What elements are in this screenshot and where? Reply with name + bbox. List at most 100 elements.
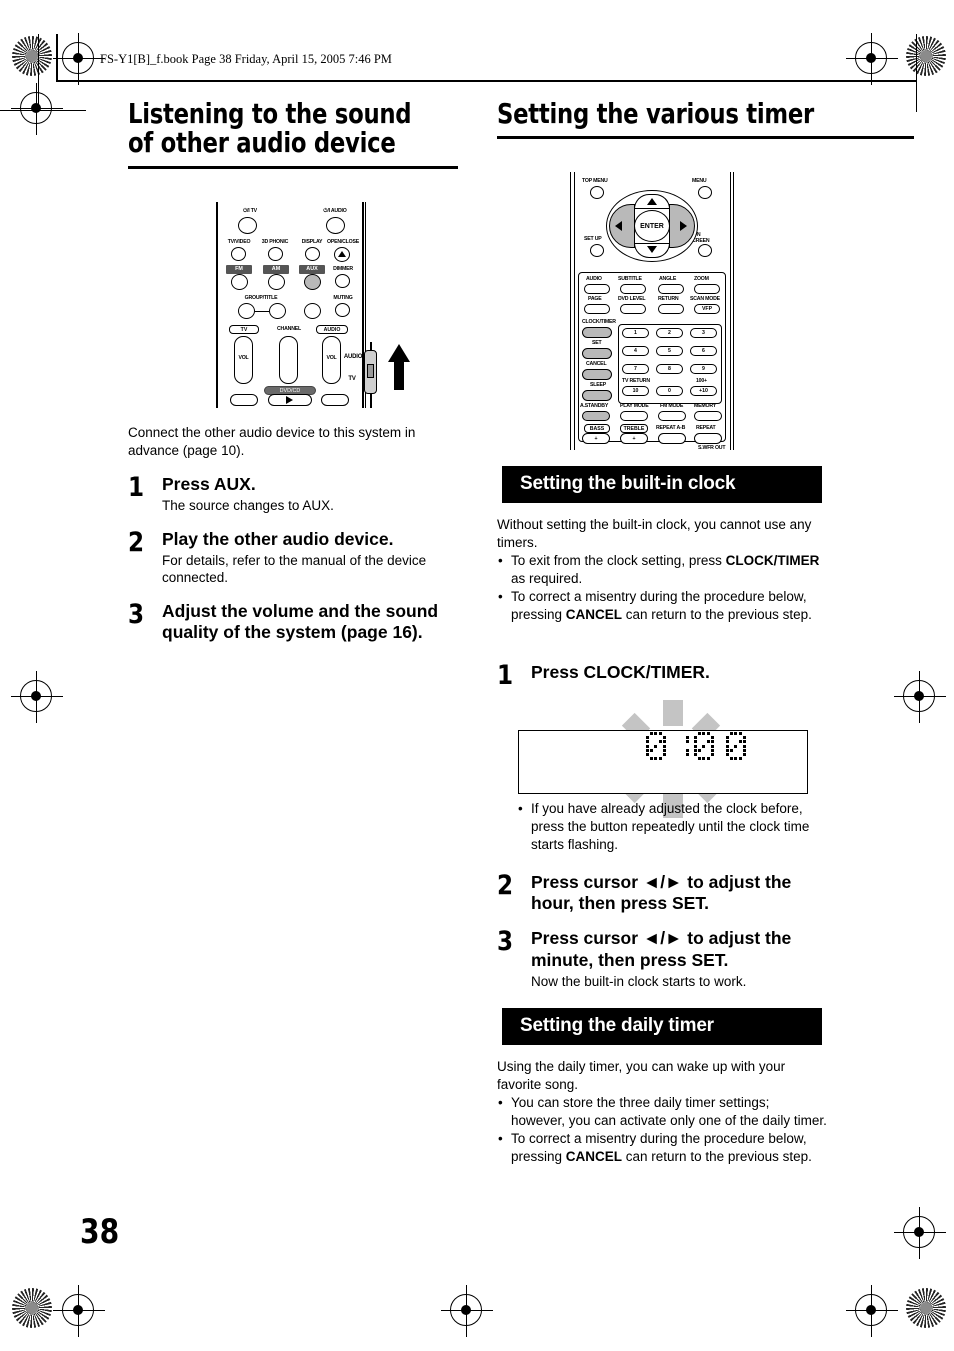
crop-mark-right-v [916,34,918,112]
remote-button-repeat-ab [658,433,686,444]
remote-button-vfp: VFP [694,304,720,314]
left-step-1-title: Press AUX. [162,473,256,494]
title-underline-right [497,136,914,140]
clock-section-body: Without setting the built-in clock, you … [497,516,827,624]
remote-control-illustration-left: ⏻/I TV ⏻/I AUDIO TV/VIDEO 3D PHONIC DISP… [216,202,410,408]
remote-button-am [268,274,285,290]
left-step-2: 2 Play the other audio device. For detai… [128,529,458,587]
remote-label-power-tv: ⏻/I TV [243,208,257,214]
remote-label-play-mode: PLAY MODE [620,403,649,409]
remote-button-memory [694,411,722,421]
remote-label-dvd-level: DVD LEVEL [618,296,646,302]
remote-key-1: 1 [622,328,649,338]
clock-step-3-number: 3 [497,926,514,958]
remote-key-10: 10 [622,386,649,396]
remote-key-6: 6 [690,346,717,356]
dpad-down-arrow-icon [647,246,657,253]
remote-label-page: PAGE [588,296,602,302]
registration-mark-bc [441,1285,493,1337]
file-info-line: FS-Y1[B]_f.book Page 38 Friday, April 15… [100,52,392,66]
remote-button-page [584,304,610,314]
left-step-1: 1 Press AUX. The source changes to AUX. [128,474,458,515]
remote-label-100plus: 100+ [696,378,707,384]
remote-button-set-up [590,244,604,257]
remote-label-swfr-out: S.WFR OUT [698,445,726,451]
daily-bullet-2: To correct a misentry during the procedu… [497,1130,827,1166]
clock-step-3-title: Press cursor ◄/► to adjust the minute, t… [531,928,792,970]
remote-label-subtitle: SUBTITLE [618,276,642,282]
clock-step-1: 1 Press CLOCK/TIMER. [497,662,827,689]
remote-button-display [305,247,320,261]
registration-mark-tl2 [53,33,105,85]
left-step-2-title: Play the other audio device. [162,528,394,549]
daily-timer-section: Setting the daily timer [502,1008,822,1045]
header-rule-vertical [56,34,58,80]
remote-label-fm-mode: FM MODE [660,403,684,409]
remote-label-bass: BASS [584,424,610,433]
remote-label-cancel: CANCEL [586,361,607,367]
remote-channel-rocker [279,336,298,384]
built-in-clock-section: Setting the built-in clock [502,466,822,503]
remote-label-fm: FM [226,265,252,274]
remote-button-next-track [321,394,349,406]
remote-button-return [658,304,684,314]
registration-mark-mr [894,671,946,723]
remote-label-scan-mode: SCAN MODE [690,296,720,302]
remote-button-enter: ENTER [634,210,670,242]
remote-label-memory: MEMORY [694,403,716,409]
remote-side-switch-knob [367,364,374,378]
daily-bullet-list: You can store the three daily timer sett… [497,1094,827,1166]
remote-label-3d-phonic: 3D PHONIC [261,239,289,245]
remote-key-3: 3 [690,328,717,338]
remote-key-2: 2 [656,328,683,338]
dpad-left-arrow-icon [615,221,622,231]
daily-intro-text: Using the daily timer, you can wake up w… [497,1059,786,1092]
remote-key-0: 0 [656,386,683,396]
left-column-content: Connect the other audio device to this s… [128,424,458,643]
remote-key-4: 4 [622,346,649,356]
remote-button-sleep [582,390,612,401]
remote-label-treble: TREBLE [620,424,648,433]
page-title-left: Listening to the sound of other audio de… [128,98,412,160]
clock-intro-text: Without setting the built-in clock, you … [497,517,812,550]
eject-triangle-icon [338,251,346,257]
remote-button-power-tv [238,217,257,234]
switch-label-tv: TV [348,376,356,382]
remote-button-audio [584,284,610,294]
clock-step-2-number: 2 [497,870,514,901]
halftone-mark-bottom-left [12,1288,52,1328]
registration-mark-tl [11,83,63,135]
remote-button-play-mode [620,411,648,421]
remote-label-repeat: REPEAT [696,425,716,431]
play-triangle-icon [286,396,293,404]
registration-mark-tr [846,33,898,85]
page-title-right: Setting the various timer [497,98,814,130]
remote-button-a-standby [582,411,610,421]
left-column: Listening to the sound of other audio de… [128,98,458,169]
left-step-1-number: 1 [128,471,145,503]
page-number: 38 [80,1212,120,1252]
clock-steps-2-3: 2 Press cursor ◄/► to adjust the hour, t… [497,858,827,990]
clock-bullet-1: To exit from the clock setting, press CL… [497,552,827,588]
halftone-mark-bottom-right [906,1288,946,1328]
remote-label-dimmer: DIMMER [333,266,353,272]
section-bar-built-in-clock: Setting the built-in clock [502,466,822,503]
remote-button-bass: + [582,433,610,444]
switch-arrow-stem [394,360,404,390]
daily-section-body: Using the daily timer, you can wake up w… [497,1058,827,1166]
remote-key-9: 9 [690,364,717,374]
remote-button-repeat [694,433,722,444]
document-page: FS-Y1[B]_f.book Page 38 Friday, April 15… [0,0,954,1351]
remote-button-angle [658,284,684,294]
remote-button-aux [304,274,321,290]
remote-label-open-close: OPEN/CLOSE [326,239,359,245]
remote-label-set: SET [592,340,602,346]
remote-control-illustration-right: TOP MENU MENU SET UP ON SCREEN ENTER AUD… [570,172,740,451]
left-step-3: 3 Adjust the volume and the sound qualit… [128,601,458,643]
remote-label-repeat-ab: REPEAT A-B [656,425,686,431]
remote-dpad: ENTER [606,190,698,262]
remote-label-am: AM [263,265,289,274]
remote-key-plus10: +10 [690,386,717,396]
clock-step-2: 2 Press cursor ◄/► to adjust the hour, t… [497,872,827,914]
left-step-2-sub: For details, refer to the manual of the … [162,552,427,586]
